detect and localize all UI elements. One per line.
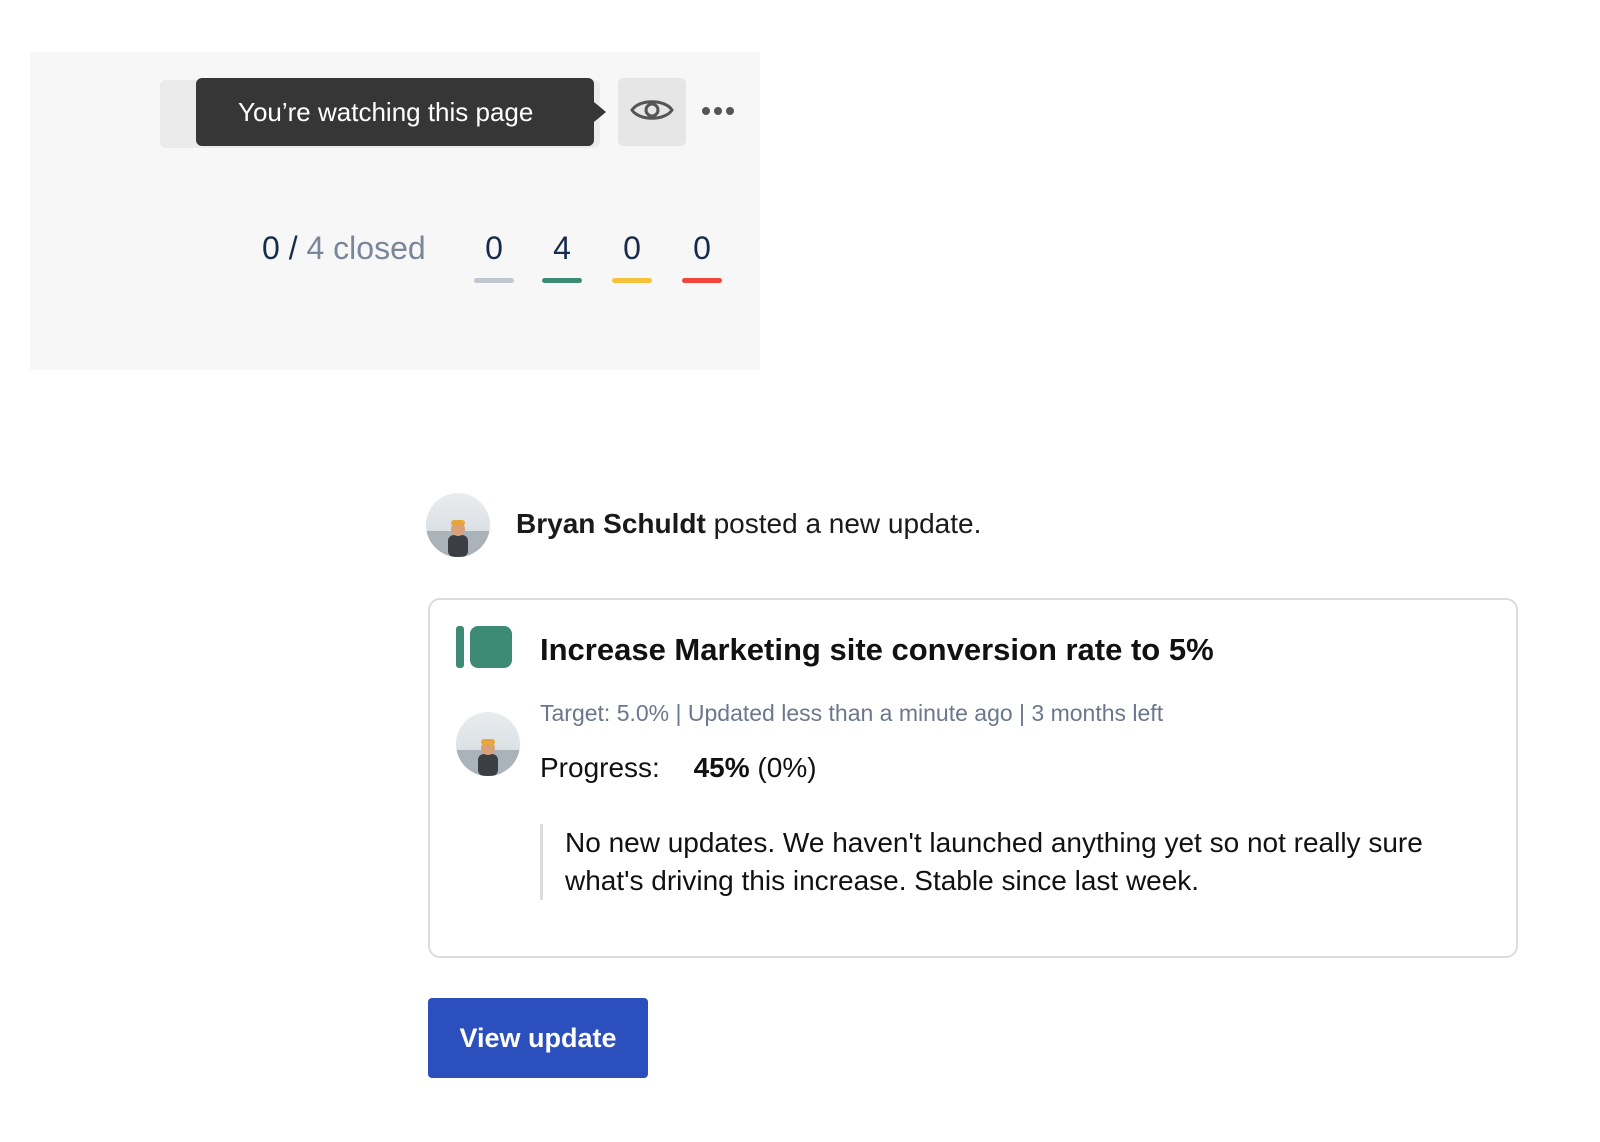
- more-options-button[interactable]: [696, 92, 740, 132]
- status-counter-green[interactable]: 4: [542, 230, 582, 283]
- goal-status-icon: [456, 626, 512, 673]
- progress-value: 45%: [693, 752, 750, 783]
- counter-value: 0: [693, 230, 711, 266]
- watch-button[interactable]: [618, 78, 686, 146]
- author-avatar[interactable]: [426, 493, 490, 557]
- counter-bar: [682, 278, 722, 283]
- progress-change: (0%): [749, 752, 817, 783]
- goal-owner-avatar: [456, 712, 520, 776]
- closed-total: 4 closed: [306, 230, 426, 266]
- author-name[interactable]: Bryan Schuldt: [516, 508, 706, 539]
- closed-separator: /: [288, 230, 298, 266]
- header-panel: You’re watching this page 0 / 4 closed 0: [30, 52, 760, 370]
- counter-value: 4: [553, 230, 571, 266]
- counter-value: 0: [623, 230, 641, 266]
- status-counter-gray[interactable]: 0: [474, 230, 514, 283]
- goal-title[interactable]: Increase Marketing site conversion rate …: [540, 632, 1214, 668]
- view-update-button[interactable]: View update: [428, 998, 648, 1078]
- status-counter-red[interactable]: 0: [682, 230, 722, 283]
- counter-bar: [474, 278, 514, 283]
- eye-icon: [629, 94, 675, 131]
- goal-meta: Target: 5.0% | Updated less than a minut…: [540, 700, 1164, 726]
- watch-tooltip: You’re watching this page: [196, 78, 594, 146]
- status-counter-yellow[interactable]: 0: [612, 230, 652, 283]
- update-comment: No new updates. We haven't launched anyt…: [540, 824, 1440, 900]
- counter-bar: [542, 278, 582, 283]
- goal-progress: Progress: 45% (0%): [540, 752, 817, 784]
- progress-label: Progress:: [540, 752, 660, 783]
- update-author-line: Bryan Schuldt posted a new update.: [516, 508, 981, 540]
- author-action: posted a new update.: [705, 508, 982, 539]
- goal-update-card: Increase Marketing site conversion rate …: [428, 598, 1518, 958]
- closed-summary: 0 / 4 closed: [262, 230, 426, 267]
- tooltip-arrow: [594, 102, 606, 122]
- counter-value: 0: [485, 230, 503, 266]
- closed-count: 0: [262, 230, 280, 266]
- more-horizontal-icon: [701, 103, 735, 121]
- counter-bar: [612, 278, 652, 283]
